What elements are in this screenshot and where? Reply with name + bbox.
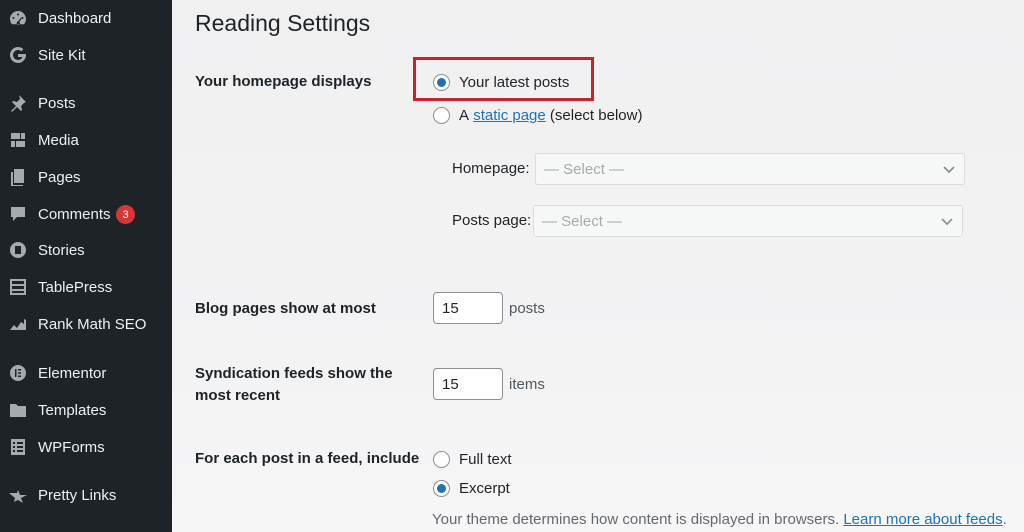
sidebar-item-label: WPForms — [38, 438, 105, 456]
sidebar-item-pretty-links[interactable]: Pretty Links — [0, 480, 172, 510]
radio-static-page-control[interactable] — [433, 106, 450, 124]
sidebar-item-label: Templates — [38, 401, 107, 419]
sidebar-item-label: TablePress — [38, 278, 113, 296]
blog-pages-input[interactable]: 15 — [433, 292, 503, 324]
pin-icon — [8, 93, 28, 113]
radio-full-text[interactable]: Full text — [433, 448, 512, 470]
comment-icon — [8, 204, 28, 224]
radio-excerpt-control[interactable] — [433, 479, 450, 497]
sidebar-item-rank-math-seo[interactable]: Rank Math SEO — [0, 309, 172, 339]
sidebar-item-media[interactable]: Media — [0, 125, 172, 155]
static-page-link[interactable]: static page — [473, 107, 546, 124]
sidebar-item-templates[interactable]: Templates — [0, 395, 172, 425]
sidebar-item-label: Site Kit — [38, 46, 86, 64]
sidebar-item-elementor[interactable]: Elementor — [0, 358, 172, 388]
radio-static-prefix: A — [459, 106, 470, 124]
learn-more-feeds-link[interactable]: Learn more about feeds — [843, 511, 1002, 528]
page-title: Reading Settings — [195, 10, 371, 36]
syndication-input[interactable]: 15 — [433, 368, 503, 400]
blog-pages-unit: posts — [509, 300, 545, 317]
syndication-label-line2: most recent — [195, 387, 281, 404]
radio-full-text-label: Full text — [459, 450, 512, 468]
admin-sidebar: Dashboard Site Kit Posts Media Pages Com… — [0, 0, 172, 532]
homepage-select-value: — Select — — [544, 160, 625, 178]
stories-icon — [8, 240, 28, 260]
feed-description: Your theme determines how content is dis… — [432, 511, 1007, 528]
dashboard-icon — [8, 8, 28, 28]
chevron-down-icon — [942, 162, 956, 176]
syndication-label-line1: Syndication feeds show the — [195, 365, 393, 382]
radio-full-text-control[interactable] — [433, 450, 450, 468]
radio-excerpt-label: Excerpt — [459, 479, 510, 497]
sidebar-item-label: Media — [38, 131, 79, 149]
sidebar-item-label: Comments — [38, 205, 111, 223]
sidebar-item-label: Elementor — [38, 364, 107, 382]
highlight-annotation-box — [413, 57, 594, 101]
homepage-select[interactable]: — Select — — [535, 153, 965, 185]
main-content: Reading Settings Your homepage displays … — [172, 0, 1024, 532]
table-icon — [8, 277, 28, 297]
sidebar-item-stories[interactable]: Stories — [0, 235, 172, 265]
folder-icon — [8, 400, 28, 420]
sidebar-item-comments[interactable]: Comments 3 — [0, 199, 172, 229]
sidebar-item-label: Posts — [38, 94, 76, 112]
sidebar-item-label: Pretty Links — [38, 486, 117, 504]
radio-static-page[interactable]: A static page (select below) — [433, 104, 642, 126]
comment-count-badge: 3 — [116, 205, 135, 224]
homepage-displays-label: Your homepage displays — [195, 73, 372, 90]
sidebar-item-label: Pages — [38, 168, 81, 186]
star-icon — [8, 485, 28, 505]
blog-pages-label: Blog pages show at most — [195, 300, 376, 317]
feed-description-text: Your theme determines how content is dis… — [432, 511, 840, 528]
sidebar-item-label: Dashboard — [38, 9, 112, 27]
homepage-select-label: Homepage: — [452, 160, 530, 177]
sidebar-item-pages[interactable]: Pages — [0, 162, 172, 192]
syndication-unit: items — [509, 376, 545, 393]
media-icon — [8, 130, 28, 150]
chevron-down-icon — [940, 214, 954, 228]
forms-icon — [8, 437, 28, 457]
sitekit-g-icon — [8, 45, 28, 65]
sidebar-item-wpforms[interactable]: WPForms — [0, 432, 172, 462]
sidebar-item-posts[interactable]: Posts — [0, 88, 172, 118]
radio-excerpt[interactable]: Excerpt — [433, 477, 510, 499]
sidebar-item-dashboard[interactable]: Dashboard — [0, 3, 172, 33]
elementor-icon — [8, 363, 28, 383]
sidebar-item-tablepress[interactable]: TablePress — [0, 272, 172, 302]
posts-page-select-label: Posts page: — [452, 212, 532, 229]
posts-page-select-value: — Select — — [542, 212, 623, 230]
pages-icon — [8, 167, 28, 187]
radio-static-suffix: (select below) — [549, 106, 643, 124]
feed-include-label: For each post in a feed, include — [195, 450, 420, 467]
rankmath-icon — [8, 314, 28, 334]
sidebar-item-site-kit[interactable]: Site Kit — [0, 40, 172, 70]
sidebar-item-label: Rank Math SEO — [38, 315, 147, 333]
posts-page-select[interactable]: — Select — — [533, 205, 963, 237]
sidebar-item-label: Stories — [38, 241, 85, 259]
